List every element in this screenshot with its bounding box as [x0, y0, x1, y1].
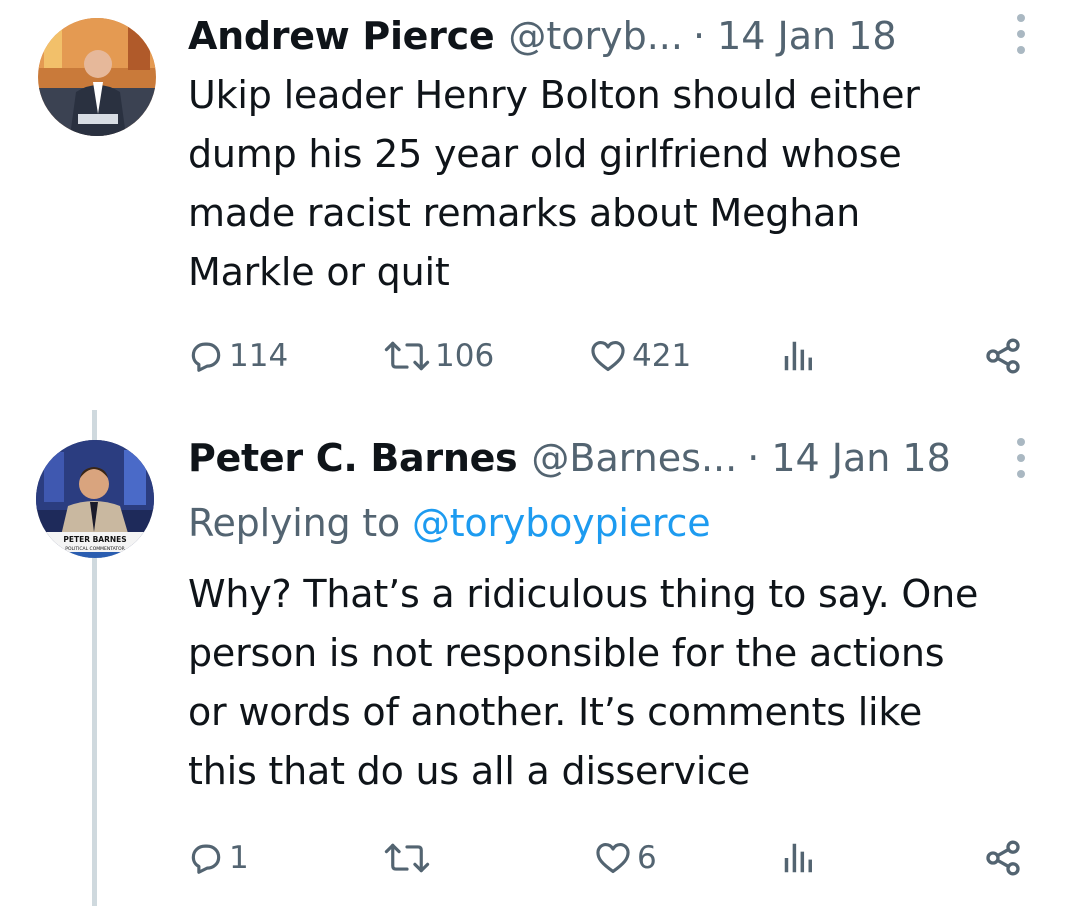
tweet-text-line: Why? That’s a ridiculous thing to say. O…	[188, 572, 979, 616]
like-button[interactable]: 6	[593, 830, 657, 886]
avatar[interactable]: PETER BARNES POLITICAL COMMENTATOR	[36, 440, 154, 558]
mention-link[interactable]: @toryboypierce	[412, 501, 711, 545]
avatar-subcaption: POLITICAL COMMENTATOR	[65, 546, 125, 552]
retweet-button[interactable]	[383, 830, 435, 886]
share-nodes-icon	[986, 840, 1020, 876]
tweet-text-line: dump his 25 year old girlfriend whose	[188, 132, 902, 176]
retweet-arrows-icon	[384, 843, 430, 873]
tweet-header: Andrew Pierce @toryb... · 14 Jan 18	[188, 8, 960, 64]
replying-to-line: Replying to @toryboypierce	[188, 494, 1058, 553]
tweet-andrew-pierce[interactable]: Andrew Pierce @toryb... · 14 Jan 18 Ukip…	[0, 0, 1080, 410]
tweet-text-line: Ukip leader Henry Bolton should either	[188, 73, 920, 117]
tweet-text-line: this that do us all a disservice	[188, 749, 751, 793]
share-button[interactable]	[983, 328, 1023, 384]
tweet-text-line: or words of another. It’s comments like	[188, 690, 923, 734]
more-options-icon[interactable]	[1008, 430, 1034, 486]
avatar-image	[38, 18, 156, 136]
reply-count: 1	[229, 840, 249, 876]
action-bar: 114 106 421	[0, 328, 1080, 384]
share-button[interactable]	[983, 830, 1023, 886]
share-nodes-icon	[986, 338, 1020, 374]
tweet-text: Ukip leader Henry Bolton should either d…	[188, 66, 1058, 302]
like-count: 421	[632, 338, 692, 374]
tweet-text: Replying to @toryboypierce Why? That’s a…	[188, 494, 1058, 801]
views-button[interactable]	[780, 830, 818, 886]
retweet-arrows-icon	[384, 341, 430, 371]
tweet-header: Peter C. Barnes @Barnes... · 14 Jan 18	[188, 430, 960, 486]
like-count: 6	[637, 840, 657, 876]
tweet-date[interactable]: · 14 Jan 18	[693, 8, 897, 64]
tweet-date[interactable]: · 14 Jan 18	[747, 430, 951, 486]
author-name[interactable]: Andrew Pierce	[188, 8, 495, 64]
retweet-button[interactable]: 106	[383, 328, 494, 384]
avatar[interactable]	[38, 18, 156, 136]
replying-to-label: Replying to	[188, 501, 401, 545]
speech-bubble-icon	[191, 844, 221, 874]
tweet-peter-barnes[interactable]: PETER BARNES POLITICAL COMMENTATOR Peter…	[0, 410, 1080, 906]
avatar-image: PETER BARNES POLITICAL COMMENTATOR	[36, 440, 154, 558]
heart-icon	[591, 340, 625, 372]
avatar-caption: PETER BARNES	[63, 535, 126, 544]
tweet-text-line: person is not responsible for the action…	[188, 631, 945, 675]
tweet-text-line: Markle or quit	[188, 250, 450, 294]
views-button[interactable]	[780, 328, 818, 384]
reply-button[interactable]: 1	[187, 830, 249, 886]
more-options-icon[interactable]	[1008, 6, 1034, 62]
action-bar: 1 6	[0, 830, 1080, 886]
author-handle[interactable]: @Barnes...	[531, 430, 737, 486]
author-name[interactable]: Peter C. Barnes	[188, 430, 518, 486]
tweet-text-line: made racist remarks about Meghan	[188, 191, 861, 235]
speech-bubble-icon	[191, 342, 221, 372]
like-button[interactable]: 421	[588, 328, 691, 384]
retweet-count: 106	[435, 338, 495, 374]
heart-icon	[596, 842, 630, 874]
reply-count: 114	[229, 338, 289, 374]
bar-chart-icon	[784, 341, 812, 371]
reply-button[interactable]: 114	[187, 328, 288, 384]
author-handle[interactable]: @toryb...	[508, 8, 683, 64]
bar-chart-icon	[784, 843, 812, 873]
